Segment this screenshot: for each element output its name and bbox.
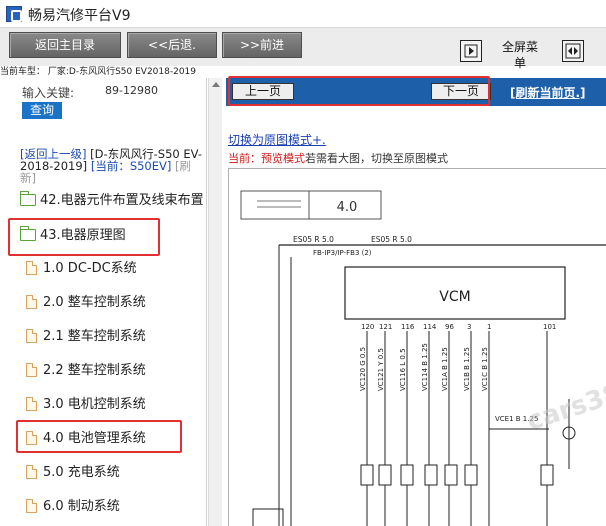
wire-label: VC1B B 1.25 [463, 347, 471, 391]
breadcrumb: [返回上一级] [D-东风风行-S50 EV-2018-2019] [当前：S5… [20, 148, 205, 184]
document-icon [26, 465, 37, 479]
current-model-text: 当前车型： 厂家:D-东风风行S50 EV2018-2019 [0, 67, 196, 77]
forward-button[interactable]: >>前进 [222, 32, 302, 58]
scroll-up-arrow-icon[interactable] [212, 82, 220, 87]
tree-doc-label: 2.0 整车控制系统 [43, 295, 146, 310]
tree-doc-2-2[interactable]: 2.2 整车控制系统 [26, 360, 146, 382]
pin-number: 114 [423, 323, 437, 331]
wire-label: VC114 B 1.25 [421, 343, 429, 391]
collapse-panel-button[interactable] [460, 40, 482, 62]
switch-original-mode-link[interactable]: 切换为原图模式+. [228, 131, 326, 148]
fullscreen-button[interactable] [562, 40, 584, 62]
document-icon [26, 329, 37, 343]
app-logo-icon [6, 6, 22, 22]
document-icon [26, 499, 37, 513]
module-label: VCM [439, 289, 470, 305]
pin-number: 121 [379, 323, 392, 331]
document-icon [26, 295, 37, 309]
pin-number: 3 [467, 323, 471, 331]
diagram-header-text: 4.0 [337, 200, 358, 215]
tree-doc-label: 3.0 电机控制系统 [43, 397, 146, 412]
wiring-diagram[interactable]: 4.0 ES05 R 5.0 ES05 R 5.0 FB-IP3/IP-FB3 … [228, 168, 606, 526]
tree-doc-5-0[interactable]: 5.0 充电系统 [26, 462, 120, 484]
tree-doc-label: 5.0 充电系统 [43, 465, 120, 480]
tree-doc-2-1[interactable]: 2.1 整车控制系统 [26, 326, 146, 348]
fullscreen-menu-label[interactable]: 全屏菜单 [500, 39, 540, 71]
tree-folder-42[interactable]: 42.电器元件布置及线束布置 [20, 190, 204, 212]
back-button[interactable]: <<后退. [127, 32, 217, 58]
watermark-text: cars388.com [523, 351, 606, 437]
keyword-value[interactable]: 89-12980 [105, 84, 165, 97]
tree-doc-2-0[interactable]: 2.0 整车控制系统 [26, 292, 146, 314]
preview-mode-prefix: 当前：预览模式 [228, 152, 305, 165]
window-title: 畅易汽修平台V9 [28, 8, 131, 24]
preview-mode-notice: 当前：预览模式若需看大图，切换至原图模式 [228, 150, 448, 166]
pin-number: 120 [361, 323, 374, 331]
tree-doc-1-0[interactable]: 1.0 DC-DC系统 [26, 258, 137, 280]
tree-doc-label: 2.2 整车控制系统 [43, 363, 146, 378]
wire-label: VC121 Y 0.5 [377, 348, 385, 391]
pin-number: 1 [487, 323, 491, 331]
highlight-box-doc-4-0 [16, 420, 182, 453]
home-button[interactable]: 返回主目录 [9, 32, 121, 58]
keyword-label: 输入关键: [22, 86, 75, 100]
fullscreen-arrows-icon [565, 43, 581, 59]
document-icon [26, 363, 37, 377]
highlight-box-page-nav [228, 76, 490, 106]
highlight-box-folder-43 [8, 218, 160, 256]
query-button[interactable]: 查询 [22, 102, 62, 119]
preview-mode-suffix: 若需看大图，切换至原图模式 [305, 152, 448, 165]
pin-number: 101 [543, 323, 556, 331]
document-icon [26, 261, 37, 275]
wire-label: VC120 G 0.5 [359, 347, 367, 391]
wire-label: VC1C B 1.25 [481, 347, 489, 391]
tree-folder-label: 42.电器元件布置及线束布置 [40, 193, 204, 208]
folder-icon [20, 191, 36, 206]
toolbar: 返回主目录 <<后退. >>前进 全屏菜单 [0, 28, 606, 70]
sidebar-scrollbar[interactable] [208, 78, 222, 526]
pin-number: 116 [401, 323, 415, 331]
pin-number: 96 [445, 323, 454, 331]
tree-doc-label: 1.0 DC-DC系统 [43, 261, 137, 276]
fuse-label: FB-IP3/IP-FB3 (2) [313, 249, 372, 257]
tree-doc-label: 6.0 制动系统 [43, 499, 120, 514]
refresh-page-link[interactable]: [刷新当前页.] [510, 84, 586, 101]
tree-doc-6-0[interactable]: 6.0 制动系统 [26, 496, 120, 518]
title-bar: 畅易汽修平台V9 [0, 0, 606, 28]
wiring-diagram-svg: 4.0 ES05 R 5.0 ES05 R 5.0 FB-IP3/IP-FB3 … [240, 190, 606, 526]
tree-doc-label: 2.1 整车控制系统 [43, 329, 146, 344]
power-label-1: ES05 R 5.0 [293, 235, 334, 244]
wire-label: VC116 L 0.5 [399, 348, 407, 391]
wire-label: VC1A B 1.25 [441, 347, 449, 391]
tree-doc-3-0[interactable]: 3.0 电机控制系统 [26, 394, 146, 416]
panel-arrow-icon [464, 44, 478, 58]
power-label-2: ES05 R 5.0 [371, 235, 412, 244]
document-icon [26, 397, 37, 411]
breadcrumb-current: [当前：S50EV] [90, 159, 172, 173]
sidebar: 输入关键: 89-12980 查询 [返回上一级] [D-东风风行-S50 EV… [0, 78, 207, 526]
